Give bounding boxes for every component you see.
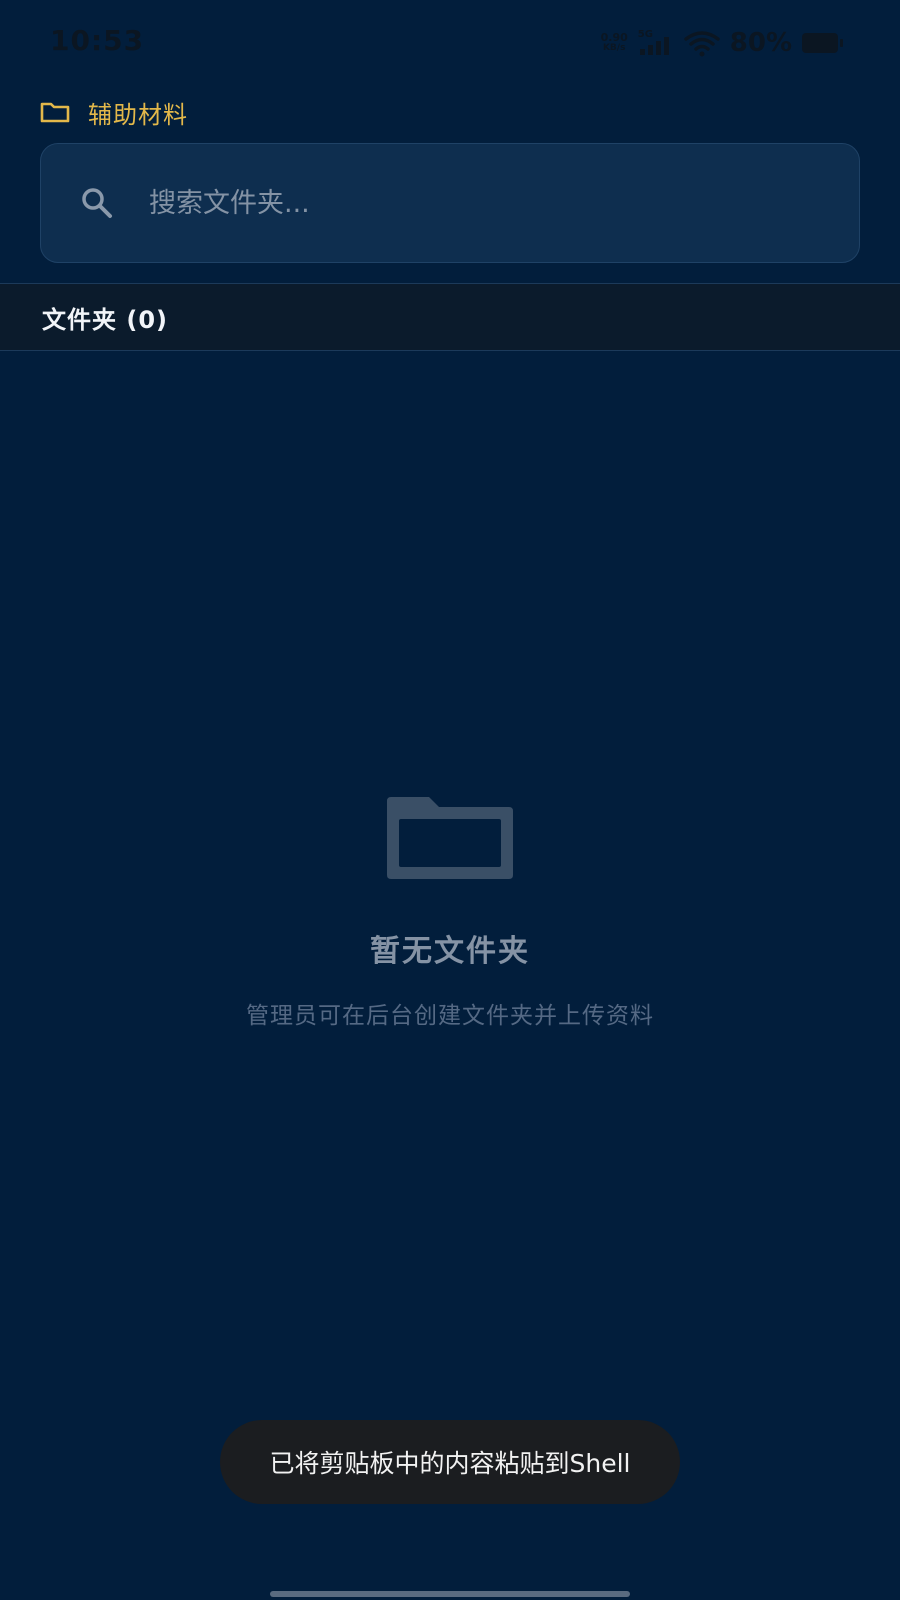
search-input[interactable]	[147, 172, 859, 234]
battery-percent: 80%	[729, 28, 792, 58]
folder-count-title: 文件夹 (0)	[42, 305, 168, 334]
cellular-signal-icon: 5G	[638, 29, 674, 57]
page-header: 辅助材料	[40, 92, 188, 132]
network-speed: 0.90 KB/s	[601, 32, 628, 54]
toast-notification: 已将剪贴板中的内容粘贴到Shell	[220, 1420, 680, 1504]
status-time: 10:53	[50, 24, 145, 57]
screen: 10:53 0.90 KB/s 5G 80% 辅助材料 搜索文件夹... 文件夹…	[0, 0, 900, 1600]
folder-icon	[380, 790, 520, 890]
status-bar: 10:53 0.90 KB/s 5G 80%	[0, 0, 900, 86]
network-speed-unit: KB/s	[602, 43, 626, 53]
folder-outline-icon	[40, 102, 70, 123]
status-indicators: 0.90 KB/s 5G 80%	[601, 28, 843, 58]
search-bar[interactable]	[40, 143, 860, 263]
page-title: 辅助材料	[88, 100, 188, 129]
empty-state-title: 暂无文件夹	[370, 934, 530, 969]
network-speed-value: 0.90	[600, 31, 628, 44]
search-icon	[77, 183, 117, 223]
gesture-navigation-bar[interactable]	[270, 1591, 630, 1597]
toast-message: 已将剪贴板中的内容粘贴到Shell	[269, 1449, 631, 1478]
battery-icon	[802, 33, 843, 53]
wifi-icon	[684, 31, 720, 57]
folder-section-header: 文件夹 (0)	[0, 283, 900, 351]
network-type-label: 5G	[637, 29, 653, 40]
empty-state: 暂无文件夹 管理员可在后台创建文件夹并上传资料	[0, 790, 900, 1030]
empty-state-description: 管理员可在后台创建文件夹并上传资料	[246, 1003, 654, 1029]
